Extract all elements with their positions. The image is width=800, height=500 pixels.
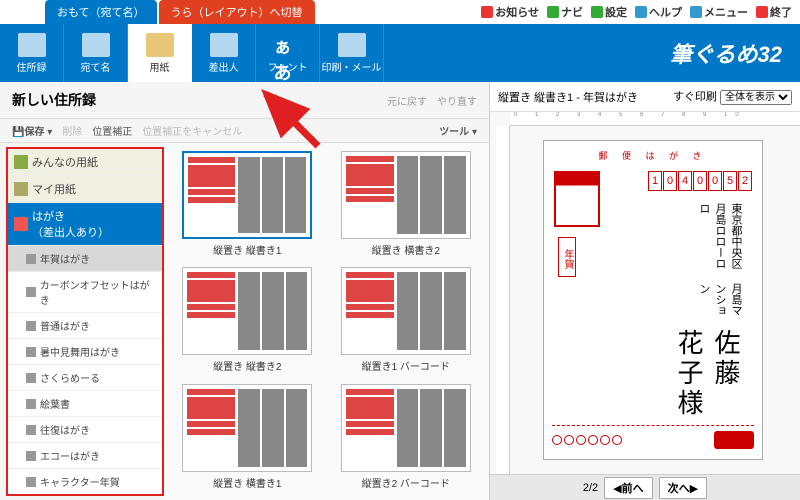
position-cancel: 位置補正をキャンセル <box>142 123 242 138</box>
delete-button: 削除 <box>62 123 82 138</box>
category-item[interactable]: 往復はがき <box>8 417 162 443</box>
page-title: 新しい住所録 <box>12 90 96 110</box>
postcard-header: 郵 便 は が き <box>552 149 754 171</box>
template-thumb[interactable]: 縦置き2 バーコード <box>331 384 482 492</box>
redo-button[interactable]: やり直す <box>437 93 477 108</box>
address-block: 東京都中央区月島ロローロロ 月島マンション 佐藤 花子様 <box>670 203 744 423</box>
view-select[interactable]: 全体を表示 <box>720 90 792 105</box>
ribbon-atena[interactable]: 宛て名 <box>64 24 128 82</box>
tab-front[interactable]: おもて（宛て名） <box>45 0 157 24</box>
quick-print[interactable]: すぐ印刷 <box>673 91 717 103</box>
category-item[interactable]: はがき （差出人あり） <box>8 203 162 246</box>
template-thumb[interactable]: 縦置き 横書き2 <box>331 151 482 259</box>
category-tree: みんなの用紙マイ用紙はがき （差出人あり）年賀はがきカーボンオフセットはがき普通… <box>6 147 164 496</box>
category-item[interactable]: 絵葉書 <box>8 391 162 417</box>
template-thumb[interactable]: 縦置き 縦書き1 <box>172 151 323 259</box>
menu-menu[interactable]: メニュー <box>690 4 748 20</box>
undo-button[interactable]: 元に戻す <box>387 93 427 108</box>
page-indicator: 2/2 <box>583 482 598 494</box>
save-button[interactable]: 💾保存 ▾ <box>12 123 52 138</box>
menu-settings[interactable]: 設定 <box>591 4 627 20</box>
preview-title: 縦置き 縦書き1 - 年賀はがき <box>498 89 638 105</box>
nenga-mark: 年賀 <box>558 237 576 277</box>
category-item[interactable]: はがき （差出人なし） <box>8 495 162 496</box>
tab-back-switch[interactable]: うら（レイアウト）へ切替 <box>159 0 315 24</box>
ribbon-sender[interactable]: 差出人 <box>192 24 256 82</box>
category-item[interactable]: マイ用紙 <box>8 176 162 203</box>
template-thumb[interactable]: 縦置き 横書き1 <box>172 384 323 492</box>
category-item[interactable]: 年賀はがき <box>8 246 162 272</box>
position-correct[interactable]: 位置補正 <box>92 123 132 138</box>
template-thumb[interactable]: 縦置き1 バーコード <box>331 267 482 375</box>
pager: 2/2 ◀前へ 次へ▶ <box>490 474 800 500</box>
ribbon-font[interactable]: ぁあフォント <box>256 24 320 82</box>
ribbon: 住所録 宛て名 用紙 差出人 ぁあフォント 印刷・メール 筆ぐるめ32 <box>0 24 800 82</box>
category-item[interactable]: エコーはがき <box>8 443 162 469</box>
zip-boxes: 1040052 <box>648 171 752 191</box>
ribbon-addressbook[interactable]: 住所録 <box>0 24 64 82</box>
menu-close[interactable]: 終了 <box>756 4 792 20</box>
category-item[interactable]: カーボンオフセットはがき <box>8 272 162 313</box>
brand-logo: 筆ぐるめ32 <box>652 24 800 82</box>
category-item[interactable]: さくらめーる <box>8 365 162 391</box>
ribbon-paper[interactable]: 用紙 <box>128 24 192 82</box>
stamp-area <box>554 171 600 227</box>
menu-nav[interactable]: ナビ <box>547 4 583 20</box>
category-item[interactable]: 普通はがき <box>8 313 162 339</box>
template-thumb[interactable]: 縦置き 縦書き2 <box>172 267 323 375</box>
ribbon-print[interactable]: 印刷・メール <box>320 24 384 82</box>
template-grid: 縦置き 縦書き1縦置き 横書き2縦置き 縦書き2縦置き1 バーコード縦置き 横書… <box>164 143 489 500</box>
top-menu: お知らせ ナビ 設定 ヘルプ メニュー 終了 <box>481 4 792 20</box>
postcard-preview[interactable]: 郵 便 は が き 1040052 年賀 東京都中央区月島ロローロロ 月島マンシ… <box>543 140 763 460</box>
postcard-footer <box>552 425 754 453</box>
category-item[interactable]: みんなの用紙 <box>8 149 162 176</box>
category-item[interactable]: 暑中見舞用はがき <box>8 339 162 365</box>
category-item[interactable]: キャラクター年賀 <box>8 469 162 495</box>
ruler-vertical <box>496 126 510 474</box>
tool-menu[interactable]: ツール ▾ <box>439 123 477 138</box>
next-button[interactable]: 次へ▶ <box>659 477 707 499</box>
menu-help[interactable]: ヘルプ <box>635 4 682 20</box>
menu-news[interactable]: お知らせ <box>481 4 539 20</box>
prev-button[interactable]: ◀前へ <box>604 477 652 499</box>
ruler-horizontal: 0 1 2 3 4 5 6 7 8 9 10 <box>510 112 800 126</box>
